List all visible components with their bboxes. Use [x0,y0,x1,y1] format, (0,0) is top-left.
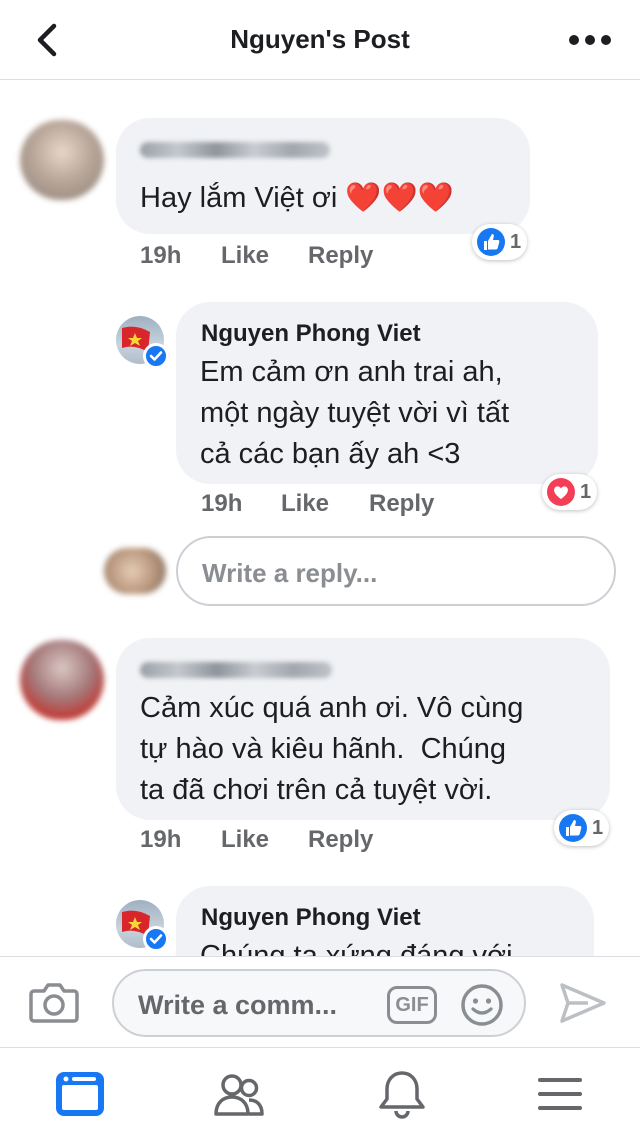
comment-text-line-1: Cảm xúc quá anh ơi. Vô cùng [140,692,524,724]
send-icon[interactable] [558,981,608,1025]
write-reply-input[interactable]: Write a reply... [176,536,616,606]
comment-composer: Write a comm... GIF [0,956,640,1048]
reaction-count[interactable]: 1 [554,810,610,846]
write-comment-input[interactable]: Write a comm... GIF [112,969,526,1037]
comments-feed[interactable]: Hay lắm Việt ơi ❤️❤️❤️ 1 19h Like Reply … [0,80,640,956]
blurred-author-name[interactable] [140,662,332,678]
verified-badge-icon [143,343,169,369]
news-feed-tab-icon[interactable] [54,1068,106,1120]
reply-text-line-3: cả các bạn ấy ah <3 [200,438,461,470]
comment-text: Hay lắm Việt ơi ❤️❤️❤️ [140,182,454,214]
reply-link[interactable]: Reply [308,826,373,854]
comment-text-line-3: ta đã chơi trên cả tuyệt vời. [140,774,493,806]
friends-tab-icon[interactable] [213,1068,265,1120]
current-user-avatar [104,548,166,594]
notifications-bell-icon[interactable] [376,1068,428,1120]
reply-link[interactable]: Reply [308,242,373,270]
write-comment-placeholder: Write a comm... [138,990,338,1020]
reply-text-line-2: một ngày tuyệt vời vì tất [200,397,510,429]
menu-hamburger-icon[interactable] [534,1068,586,1120]
reaction-count-label: 1 [580,480,592,503]
like-reaction-icon [559,814,587,842]
comment-text-line-2: tự hào và kiêu hãnh. Chúng [140,733,507,765]
reaction-count[interactable]: 1 [472,224,528,260]
more-options-icon[interactable] [568,26,612,54]
reply-link[interactable]: Reply [369,490,434,518]
love-reaction-icon [547,478,575,506]
like-link[interactable]: Like [221,242,269,270]
commenter-avatar[interactable] [20,120,104,200]
blurred-author-name[interactable] [140,142,330,158]
reaction-count-label: 1 [510,230,522,253]
author-name[interactable]: Nguyen Phong Viet [201,320,421,348]
comment-time: 19h [140,826,182,853]
page-title: Nguyen's Post [230,24,410,54]
like-link[interactable]: Like [221,826,269,854]
reply-text-partial: Chúng ta xứng đáng với [200,940,513,956]
comment-time: 19h [140,242,182,269]
top-bar: Nguyen's Post [0,0,640,80]
verified-badge-icon [143,926,169,952]
emoji-icon[interactable] [460,983,504,1027]
camera-icon[interactable] [28,979,80,1025]
bottom-tab-bar [0,1048,640,1136]
reaction-count[interactable]: 1 [542,474,598,510]
write-reply-placeholder: Write a reply... [202,558,378,588]
author-name[interactable]: Nguyen Phong Viet [201,904,421,932]
reaction-count-label: 1 [592,816,604,839]
like-reaction-icon [477,228,505,256]
like-link[interactable]: Like [281,490,329,518]
commenter-avatar[interactable] [20,640,104,720]
reply-time: 19h [201,490,243,517]
reply-text-line-1: Em cảm ơn anh trai ah, [200,356,503,388]
gif-button[interactable]: GIF [387,986,437,1024]
